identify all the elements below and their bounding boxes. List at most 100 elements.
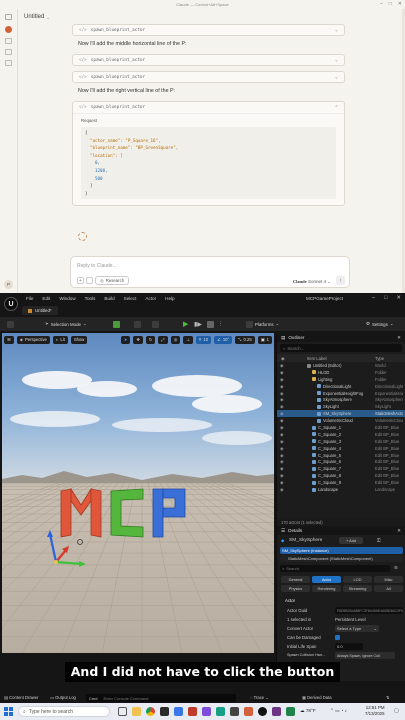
rotation-snap-button[interactable]: ∠ 10° (214, 335, 233, 344)
maximize-icon[interactable]: □ (389, 1, 392, 7)
reply-box[interactable]: Reply to Claude... + ◎ Research Claude S… (70, 256, 350, 288)
outliner-row[interactable]: ◉ SM_SkySphere StaticMeshActor (277, 410, 405, 418)
plus-icon[interactable]: + (77, 277, 84, 284)
visibility-icon[interactable]: ◉ (280, 404, 284, 409)
outliner-row[interactable]: ◉ Untitled (Editor) World (277, 362, 405, 369)
perspective-button[interactable]: ◈ Perspective (16, 335, 50, 344)
column-item-label[interactable]: Item Label (307, 356, 327, 361)
mode-dropdown[interactable]: ➤ Selection Mode ⌄ (45, 320, 87, 328)
visibility-icon[interactable]: ◉ (280, 363, 284, 368)
outliner-row[interactable]: ◉ Landscape Landscape (277, 486, 405, 493)
outliner-row[interactable]: ◉ C_Square_7 Edit BP_Blue (277, 465, 405, 472)
lit-button[interactable]: ◐ Lit (52, 335, 68, 344)
outliner-row[interactable]: ◉ C_Square_2 Edit BP_Blue (277, 431, 405, 438)
menu-build[interactable]: Build (104, 296, 114, 301)
visibility-icon[interactable]: ◉ (280, 446, 284, 451)
menu-edit[interactable]: Edit (42, 296, 50, 301)
lifespan-input[interactable]: 0.0 (335, 643, 363, 650)
show-button[interactable]: Show (70, 335, 88, 344)
scale-snap-button[interactable]: ⤡ 0.25 (235, 335, 255, 344)
grid-snap-button[interactable]: #10 (196, 335, 212, 344)
explorer-icon[interactable] (132, 707, 141, 716)
app-icon[interactable] (160, 707, 169, 716)
tool-call-header[interactable]: </> spawn_blueprint_actor ⌃ (73, 102, 344, 114)
add-content-button[interactable] (113, 320, 120, 328)
artifacts-icon[interactable] (5, 60, 12, 66)
visibility-icon[interactable]: ◉ (280, 391, 284, 396)
chats-icon[interactable] (5, 38, 12, 44)
blueprint-button[interactable] (134, 320, 141, 328)
content-drawer-button[interactable]: ▤ Content Drawer (4, 695, 38, 700)
filter-rendering[interactable]: Rendering (312, 585, 341, 592)
rotate-tool-icon[interactable]: ↻ (145, 335, 156, 344)
outliner-row[interactable]: ◉ C_Square_1 Edit BP_Blue (277, 424, 405, 431)
chrome-icon[interactable] (146, 707, 155, 716)
outliner-row[interactable]: ◉ SkyAtmosphere SkyAtmosphere (277, 396, 405, 403)
menu-actor[interactable]: Actor (145, 296, 156, 301)
tab-untitled[interactable]: Untitled* (22, 306, 58, 315)
visibility-icon[interactable]: ◉ (280, 432, 284, 437)
play-button[interactable]: ▶ (183, 320, 188, 328)
unreal-taskbar-icon[interactable] (258, 707, 267, 716)
outliner-row[interactable]: ◉ C_Square_3 Edit BP_Blue (277, 438, 405, 445)
outliner-row[interactable]: ◉ HLOD Folder (277, 369, 405, 376)
outliner-row[interactable]: ◉ C_Square_9 Edit BP_Blue (277, 479, 405, 486)
visibility-icon[interactable]: ◉ (280, 439, 284, 444)
avatar[interactable]: P (4, 280, 13, 289)
start-menu-icon[interactable] (4, 707, 13, 716)
visibility-icon[interactable]: ◉ (280, 473, 284, 478)
visibility-icon[interactable]: ◉ (280, 487, 284, 492)
filter-physics[interactable]: Physics (281, 585, 310, 592)
settings-dropdown[interactable]: ⚙ Settings ⌄ (366, 320, 394, 328)
step-button[interactable]: ▮▶ (194, 320, 202, 328)
console-command-input[interactable]: Cmd Enter Console Command (86, 694, 236, 702)
maximize-icon[interactable]: □ (384, 295, 387, 301)
outliner-row[interactable]: ◉ C_Square_6 Edit BP_Blue (277, 458, 405, 465)
trace-button[interactable]: ◌ Trace ⌄ (250, 695, 269, 700)
close-icon[interactable]: ✕ (398, 1, 402, 7)
filter-streaming[interactable]: Streaming (343, 585, 372, 592)
scale-tool-icon[interactable]: ⤢ (158, 335, 168, 344)
app-icon[interactable] (174, 707, 183, 716)
visibility-icon[interactable]: ◉ (280, 377, 284, 382)
tools-icon[interactable] (86, 277, 93, 284)
visibility-icon[interactable]: ◉ (280, 370, 284, 375)
viewport-options-button[interactable]: ☰ (4, 335, 14, 344)
visibility-icon[interactable]: ◉ (280, 466, 284, 471)
task-view-icon[interactable] (118, 707, 127, 716)
clock[interactable]: 12:51 PM 7/13/2025 (365, 705, 385, 717)
output-log-button[interactable]: ▭ Output Log (50, 695, 76, 700)
outliner-search-input[interactable]: ⌕ Search... (280, 344, 402, 352)
app-icon[interactable] (272, 707, 281, 716)
app-icon[interactable] (216, 707, 225, 716)
minimize-icon[interactable]: – (380, 1, 383, 7)
close-icon[interactable]: ✕ (396, 295, 401, 301)
app-icon[interactable] (286, 707, 295, 716)
research-button[interactable]: ◎ Research (95, 276, 130, 285)
menu-select[interactable]: Select (124, 296, 137, 301)
new-chat-icon[interactable] (5, 26, 12, 33)
visibility-icon[interactable]: ◉ (280, 453, 284, 458)
menu-tools[interactable]: Tools (85, 296, 96, 301)
filter-general[interactable]: General (281, 576, 310, 583)
sidebar-toggle-icon[interactable] (5, 14, 12, 20)
select-tool-icon[interactable]: ➤ (120, 335, 131, 344)
spawn-collision-dropdown[interactable]: Always Spawn, Ignore Coll (335, 652, 395, 659)
visibility-icon[interactable]: ◉ (280, 411, 284, 416)
stop-button[interactable] (207, 320, 214, 328)
close-icon[interactable]: ✕ (397, 335, 401, 341)
outliner-row[interactable]: ◉ SkyLight SkyLight (277, 403, 405, 410)
outliner-row[interactable]: ◉ Lighting Folder (277, 376, 405, 383)
minimize-icon[interactable]: – (372, 295, 375, 301)
details-search-input[interactable]: ⌕ Search (280, 565, 390, 572)
column-type[interactable]: Type (375, 356, 384, 361)
platforms-dropdown[interactable]: Platforms ⌄ (246, 320, 279, 328)
claude-taskbar-icon[interactable] (244, 707, 253, 716)
source-control-icon[interactable]: ⇅ (386, 695, 390, 700)
tool-call[interactable]: </> spawn_blueprint_actor ⌄ (72, 71, 345, 83)
section-actor[interactable]: Actor (285, 598, 295, 603)
surface-snap-icon[interactable]: ⊥ (183, 335, 194, 344)
menu-file[interactable]: File (26, 296, 33, 301)
transform-gizmo[interactable] (38, 528, 88, 578)
outliner-row[interactable]: ◉ VolumetricCloud VolumetricCloud (277, 417, 405, 424)
